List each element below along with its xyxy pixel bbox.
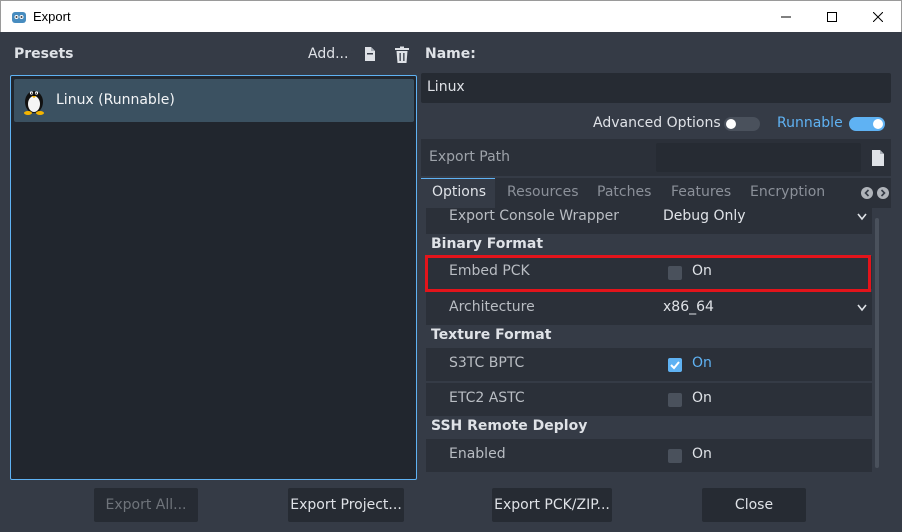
s3tc-bptc-checkbox[interactable] bbox=[668, 358, 682, 372]
options-panel[interactable]: Export Console Wrapper Debug Only Binary… bbox=[421, 208, 891, 480]
chevron-down-icon bbox=[857, 213, 867, 221]
preset-list[interactable]: Linux (Runnable) bbox=[10, 75, 417, 480]
name-input[interactable]: Linux bbox=[421, 73, 891, 103]
export-all-button[interactable]: Export All... bbox=[94, 488, 198, 522]
section-ssh-remote-deploy: SSH Remote Deploy bbox=[431, 418, 588, 434]
tab-scroll-arrows-icon[interactable] bbox=[861, 186, 891, 200]
checkmark-icon bbox=[670, 361, 680, 370]
etc2-astc-row[interactable]: ETC2 ASTC On bbox=[426, 383, 872, 416]
s3tc-bptc-value: On bbox=[692, 355, 712, 371]
preset-item-label: Linux (Runnable) bbox=[56, 92, 175, 108]
minimize-icon bbox=[781, 16, 791, 17]
embed-pck-highlight-box bbox=[425, 255, 871, 292]
architecture-row[interactable]: Architecture x86_64 bbox=[426, 292, 872, 325]
tab-patches[interactable]: Patches bbox=[597, 184, 651, 200]
section-binary-format: Binary Format bbox=[431, 236, 544, 252]
options-scrollbar[interactable] bbox=[875, 218, 879, 468]
architecture-label: Architecture bbox=[449, 299, 535, 315]
export-console-wrapper-row[interactable]: Export Console Wrapper Debug Only bbox=[426, 208, 872, 234]
runnable-label: Runnable bbox=[777, 115, 843, 131]
export-path-row: Export Path bbox=[421, 139, 891, 176]
export-path-label: Export Path bbox=[429, 149, 511, 165]
ssh-enabled-checkbox[interactable] bbox=[668, 449, 682, 463]
etc2-astc-label: ETC2 ASTC bbox=[449, 390, 525, 406]
export-pck-zip-button[interactable]: Export PCK/ZIP... bbox=[492, 488, 612, 522]
trash-icon[interactable] bbox=[393, 46, 411, 64]
etc2-astc-value: On bbox=[692, 390, 712, 406]
tab-options[interactable]: Options bbox=[432, 184, 486, 200]
chevron-down-icon bbox=[857, 304, 867, 312]
linux-tux-icon bbox=[24, 91, 44, 115]
presets-heading: Presets bbox=[14, 46, 74, 62]
title-bar: Export bbox=[0, 0, 902, 32]
tab-bar: Options Resources Patches Features Encry… bbox=[421, 178, 891, 208]
export-project-button[interactable]: Export Project... bbox=[288, 488, 404, 522]
tab-resources[interactable]: Resources bbox=[507, 184, 579, 200]
name-input-value: Linux bbox=[427, 79, 465, 95]
window-title: Export bbox=[33, 9, 71, 24]
name-label: Name: bbox=[425, 46, 476, 62]
etc2-astc-checkbox[interactable] bbox=[668, 393, 682, 407]
tab-features[interactable]: Features bbox=[671, 184, 731, 200]
close-button[interactable]: Close bbox=[702, 488, 806, 522]
runnable-toggle[interactable] bbox=[849, 117, 885, 131]
s3tc-bptc-row[interactable]: S3TC BPTC On bbox=[426, 348, 872, 381]
export-console-wrapper-select[interactable]: Debug Only bbox=[663, 208, 746, 224]
export-path-input[interactable] bbox=[656, 143, 861, 172]
export-console-wrapper-label: Export Console Wrapper bbox=[449, 208, 619, 224]
ssh-enabled-row[interactable]: Enabled On bbox=[426, 439, 872, 472]
s3tc-bptc-label: S3TC BPTC bbox=[449, 355, 525, 371]
file-browse-icon[interactable] bbox=[870, 149, 886, 167]
architecture-select[interactable]: x86_64 bbox=[663, 299, 714, 315]
ssh-enabled-value: On bbox=[692, 446, 712, 462]
advanced-options-toggle[interactable] bbox=[724, 117, 760, 131]
minimize-button[interactable] bbox=[763, 1, 809, 32]
section-texture-format: Texture Format bbox=[431, 327, 552, 343]
add-preset-button[interactable]: Add... bbox=[308, 46, 348, 62]
duplicate-icon[interactable] bbox=[362, 46, 378, 62]
godot-icon bbox=[12, 12, 26, 23]
advanced-options-label: Advanced Options bbox=[593, 115, 721, 131]
maximize-icon bbox=[827, 11, 837, 22]
close-icon bbox=[873, 11, 883, 22]
preset-item-linux[interactable]: Linux (Runnable) bbox=[14, 79, 414, 122]
close-window-button[interactable] bbox=[855, 1, 901, 32]
maximize-button[interactable] bbox=[809, 1, 855, 32]
ssh-enabled-label: Enabled bbox=[449, 446, 506, 462]
tab-encryption[interactable]: Encryption bbox=[750, 184, 825, 200]
